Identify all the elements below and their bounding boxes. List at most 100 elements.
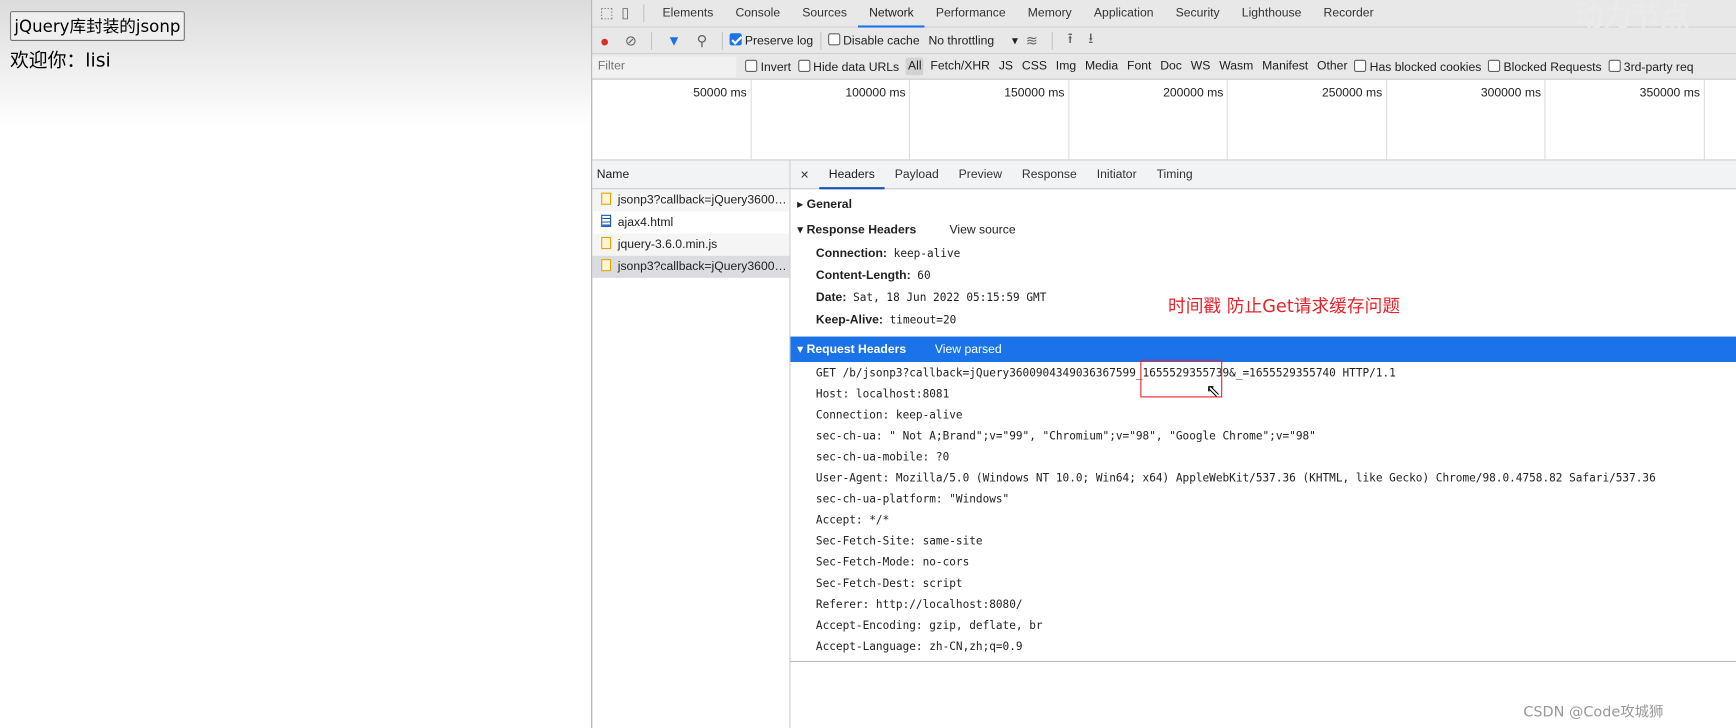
tab-initiator[interactable]: Initiator bbox=[1087, 160, 1147, 189]
view-parsed-link[interactable]: View parsed bbox=[935, 343, 1002, 356]
network-conditions-icon[interactable]: ≋ bbox=[1026, 32, 1038, 50]
script-file-icon bbox=[601, 192, 612, 205]
web-page: jQuery库封装的jsonp 欢迎你：lisi bbox=[0, 0, 592, 728]
request-header-line: Sec-Fetch-Site: same-site bbox=[815, 535, 983, 549]
filter-type-media[interactable]: Media bbox=[1083, 58, 1121, 76]
filter-type-font[interactable]: Font bbox=[1125, 58, 1154, 76]
request-header-line: Accept: */* bbox=[815, 514, 890, 527]
request-details: × Headers Payload Preview Response Initiator… bbox=[790, 160, 1736, 728]
divider bbox=[721, 31, 723, 50]
filter-type-manifest[interactable]: Manifest bbox=[1260, 58, 1310, 76]
details-tab-bar: × Headers Payload Preview Response Initiator… bbox=[790, 160, 1736, 190]
network-toolbar: ● ⊘ ▼ ⚲ Preserve log Disable cache No th… bbox=[592, 27, 1736, 55]
tab-payload[interactable]: Payload bbox=[885, 160, 949, 189]
timestamp-annotation: 时间戳 防止Get请求缓存问题 bbox=[1167, 295, 1401, 317]
filter-input[interactable] bbox=[592, 55, 737, 77]
request-name: jsonp3?callback=jQuery36009... bbox=[617, 260, 790, 274]
divider bbox=[643, 4, 645, 23]
request-header-line: Referer: http://localhost:8080/ bbox=[815, 598, 1023, 612]
response-header-line: Connection: keep-alive bbox=[816, 247, 960, 260]
filter-type-doc[interactable]: Doc bbox=[1158, 58, 1184, 76]
header-value: timeout=20 bbox=[889, 314, 957, 327]
tab-elements[interactable]: Elements bbox=[651, 0, 724, 27]
filter-type-ws[interactable]: WS bbox=[1189, 58, 1213, 76]
filter-type-wasm[interactable]: Wasm bbox=[1217, 58, 1255, 76]
tab-headers[interactable]: Headers bbox=[818, 160, 885, 189]
jsonp-demo-button[interactable]: jQuery库封装的jsonp bbox=[9, 11, 185, 41]
record-icon[interactable]: ● bbox=[600, 32, 609, 50]
close-icon[interactable]: × bbox=[790, 160, 818, 189]
request-header-line: Host: localhost:8081 bbox=[815, 388, 950, 401]
timeline-tick-label: 350000 ms bbox=[1546, 79, 1705, 160]
request-header-line: Sec-Fetch-Dest: script bbox=[815, 577, 963, 591]
import-har-icon[interactable]: ⭱ bbox=[1068, 28, 1073, 52]
request-row[interactable]: ajax4.html bbox=[592, 211, 789, 233]
tab-security[interactable]: Security bbox=[1165, 0, 1231, 27]
network-overview-timeline[interactable]: 50000 ms 100000 ms 150000 ms 200000 ms 25000… bbox=[592, 79, 1736, 161]
request-name: jsonp3?callback=jQuery36005... bbox=[617, 193, 790, 208]
tab-preview[interactable]: Preview bbox=[949, 160, 1012, 189]
tab-console[interactable]: Console bbox=[724, 0, 791, 27]
device-toolbar-icon[interactable]: ▯ bbox=[621, 4, 629, 22]
has-blocked-cookies-checkbox[interactable]: Has blocked cookies bbox=[1354, 59, 1481, 74]
chevron-down-icon: ▾ bbox=[1011, 34, 1018, 48]
inspect-element-icon[interactable]: ⬚ bbox=[600, 4, 614, 22]
timeline-tick-label: 50000 ms bbox=[592, 79, 752, 160]
timeline-tick-label: 200000 ms bbox=[1069, 79, 1228, 160]
filter-type-other[interactable]: Other bbox=[1315, 58, 1350, 76]
tab-response[interactable]: Response bbox=[1012, 160, 1087, 189]
filter-type-all[interactable]: All bbox=[905, 57, 924, 76]
divider bbox=[819, 31, 821, 50]
timeline-tick-label: 300000 ms bbox=[1387, 79, 1546, 160]
invert-checkbox[interactable]: Invert bbox=[745, 59, 791, 74]
request-list: Name jsonp3?callback=jQuery36005... ajax4… bbox=[592, 160, 791, 728]
filter-icon[interactable]: ▼ bbox=[667, 32, 681, 49]
view-source-link[interactable]: View source bbox=[949, 224, 1015, 237]
document-file-icon bbox=[601, 214, 612, 227]
request-header-line: sec-ch-ua: " Not A;Brand";v="99", "Chrom… bbox=[815, 430, 1316, 443]
csdn-watermark: CSDN @Code攻城狮 bbox=[1523, 704, 1664, 721]
tab-network[interactable]: Network bbox=[858, 0, 925, 28]
clear-icon[interactable]: ⊘ bbox=[625, 32, 637, 50]
header-key: Keep-Alive: bbox=[815, 313, 883, 327]
filter-type-img[interactable]: Img bbox=[1054, 58, 1079, 76]
request-row[interactable]: jsonp3?callback=jQuery36009... bbox=[592, 255, 790, 278]
name-column-header[interactable]: Name bbox=[592, 160, 790, 190]
tab-application[interactable]: Application bbox=[1083, 0, 1165, 27]
filter-bar: Invert Hide data URLs AllFetch/XHR JSCSS I… bbox=[592, 54, 1736, 80]
search-icon[interactable]: ⚲ bbox=[697, 32, 708, 50]
blocked-requests-checkbox[interactable]: Blocked Requests bbox=[1487, 59, 1602, 74]
export-har-icon[interactable]: ⭳ bbox=[1088, 28, 1093, 52]
preserve-log-checkbox[interactable]: Preserve log bbox=[729, 33, 813, 48]
request-row[interactable]: jquery-3.6.0.min.js bbox=[592, 233, 790, 256]
hide-data-urls-checkbox[interactable]: Hide data URLs bbox=[797, 59, 899, 74]
tab-lighthouse[interactable]: Lighthouse bbox=[1231, 0, 1313, 27]
request-header-line: Sec-Fetch-Mode: no-cors bbox=[815, 556, 970, 570]
response-headers-section-toggle[interactable]: ▾ Response Headers View source bbox=[797, 223, 1015, 237]
tab-recorder[interactable]: Recorder bbox=[1312, 0, 1384, 27]
header-key: Connection: bbox=[815, 246, 887, 261]
request-header-line: User-Agent: Mozilla/5.0 (Windows NT 10.0… bbox=[815, 472, 1656, 485]
request-name: ajax4.html bbox=[617, 215, 674, 230]
general-section-toggle[interactable]: ▸ General bbox=[797, 197, 852, 211]
tab-sources[interactable]: Sources bbox=[791, 0, 858, 27]
tab-performance[interactable]: Performance bbox=[925, 0, 1017, 27]
filter-type-css[interactable]: CSS bbox=[1020, 58, 1049, 76]
request-row[interactable]: jsonp3?callback=jQuery36005... bbox=[592, 189, 790, 212]
mouse-cursor-icon: ⇖ bbox=[1205, 381, 1221, 401]
script-file-icon bbox=[601, 259, 612, 272]
third-party-checkbox[interactable]: 3rd-party req bbox=[1608, 59, 1694, 74]
throttling-select[interactable]: No throttling ▾ bbox=[928, 33, 1018, 47]
request-headers-section-toggle[interactable]: ▾ Request Headers View parsed bbox=[790, 336, 1736, 363]
tab-timing[interactable]: Timing bbox=[1147, 160, 1203, 189]
request-header-line: Connection: keep-alive bbox=[815, 409, 963, 422]
tab-memory[interactable]: Memory bbox=[1017, 0, 1083, 27]
filter-type-js[interactable]: JS bbox=[997, 58, 1016, 76]
timeline-tick-label: 150000 ms bbox=[910, 79, 1069, 160]
request-header-line: Accept-Encoding: gzip, deflate, br bbox=[815, 619, 1043, 633]
filter-type-fetch-xhr[interactable]: Fetch/XHR bbox=[928, 58, 992, 76]
divider bbox=[651, 31, 653, 50]
welcome-text: 欢迎你：lisi bbox=[9, 49, 111, 72]
disable-cache-checkbox[interactable]: Disable cache bbox=[827, 33, 920, 48]
watermark-logo: 动力节点 bbox=[1574, 0, 1690, 34]
